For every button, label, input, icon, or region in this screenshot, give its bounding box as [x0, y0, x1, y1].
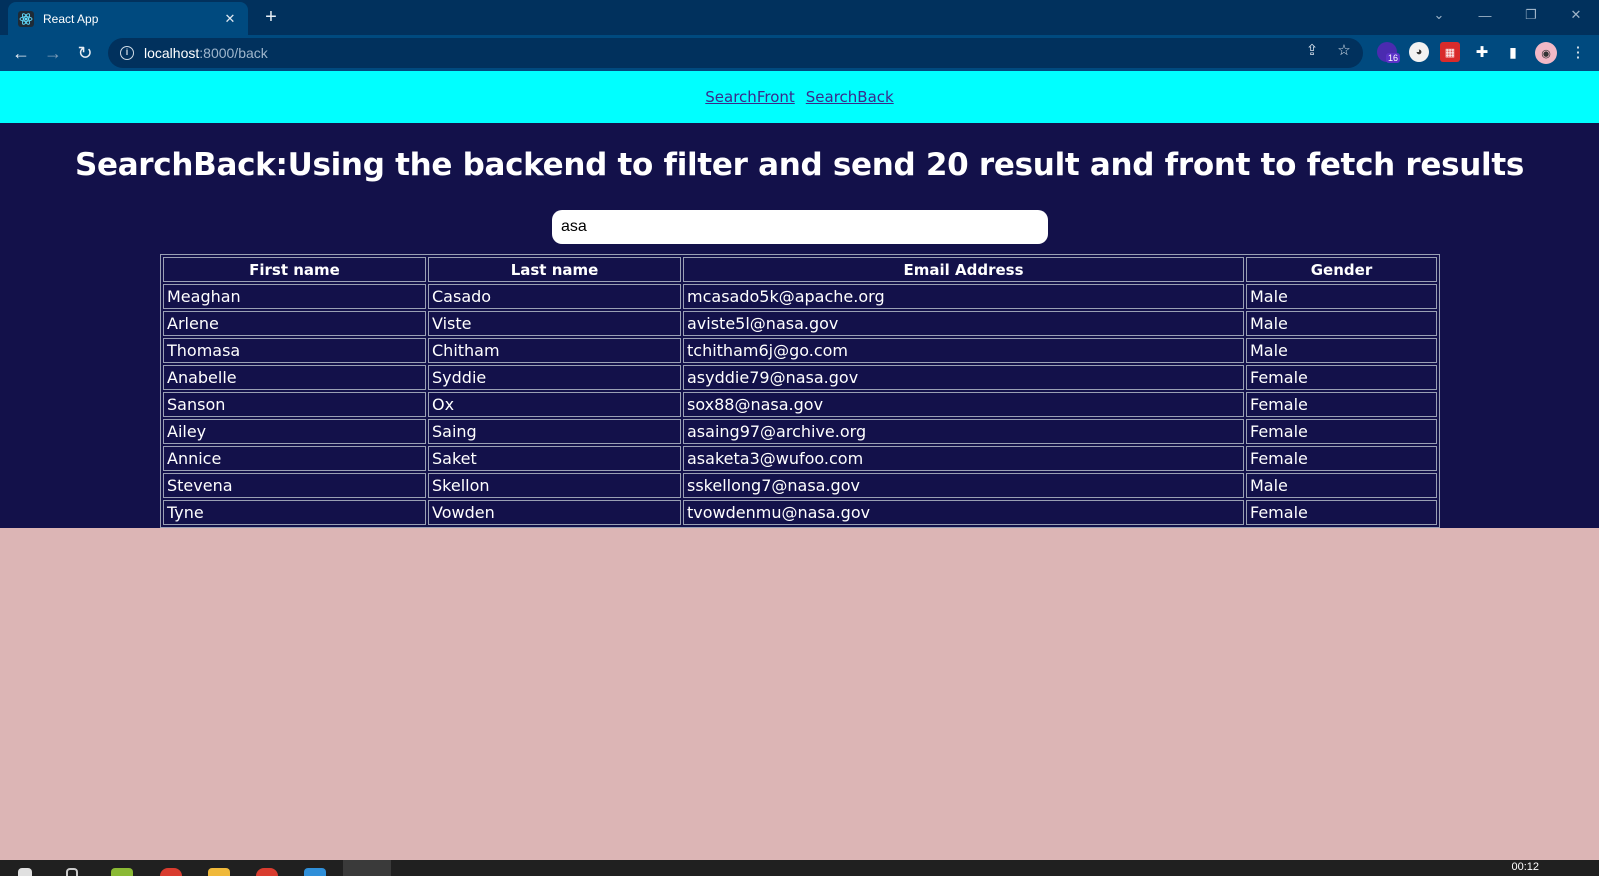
cell-last-name: Chitham — [428, 338, 681, 363]
url-path: :8000/back — [199, 45, 268, 61]
cell-first-name: Anabelle — [163, 365, 426, 390]
cell-gender: Female — [1246, 392, 1437, 417]
table-row: Annice Saket asaketa3@wufoo.com Female — [163, 446, 1437, 471]
cell-first-name: Sanson — [163, 392, 426, 417]
graduation-extension-icon[interactable]: 16 — [1377, 42, 1401, 63]
nav-link-searchback[interactable]: SearchBack — [806, 88, 894, 106]
cell-gender: Male — [1246, 311, 1437, 336]
active-app-icon[interactable] — [343, 860, 391, 876]
cell-last-name: Vowden — [428, 500, 681, 525]
tab-close-icon[interactable]: ✕ — [222, 11, 238, 27]
side-panel-icon[interactable]: ▮ — [1503, 42, 1523, 62]
cell-gender: Female — [1246, 419, 1437, 444]
cell-first-name: Annice — [163, 446, 426, 471]
table-row: Thomasa Chitham tchitham6j@go.com Male — [163, 338, 1437, 363]
cell-first-name: Ailey — [163, 419, 426, 444]
windows-start-icon[interactable] — [18, 868, 32, 876]
profile-avatar[interactable]: ◉ — [1535, 42, 1557, 64]
chrome-icon[interactable] — [160, 868, 182, 876]
cell-email: asyddie79@nasa.gov — [683, 365, 1244, 390]
cell-email: sskellong7@nasa.gov — [683, 473, 1244, 498]
browser-toolbar: ← → ↻ i localhost:8000/back ⇪ ☆ — [0, 35, 1599, 71]
vscode-icon[interactable] — [304, 868, 326, 876]
column-header-last-name: Last name — [428, 257, 681, 282]
cell-email: mcasado5k@apache.org — [683, 284, 1244, 309]
puzzle-red-extension-icon[interactable]: ▦ — [1440, 42, 1460, 62]
column-header-email: Email Address — [683, 257, 1244, 282]
cell-last-name: Ox — [428, 392, 681, 417]
tab-search-icon[interactable]: ⌄ — [1416, 0, 1462, 30]
file-explorer-icon[interactable] — [208, 868, 230, 876]
cell-gender: Male — [1246, 338, 1437, 363]
cell-last-name: Casado — [428, 284, 681, 309]
cell-gender: Female — [1246, 500, 1437, 525]
page-title: SearchBack:Using the backend to filter a… — [74, 147, 1525, 183]
column-header-gender: Gender — [1246, 257, 1437, 282]
cell-first-name: Tyne — [163, 500, 426, 525]
forward-arrow-icon[interactable]: → — [41, 41, 65, 65]
table-header-row: First name Last name Email Address Gende… — [163, 257, 1437, 282]
cell-email: sox88@nasa.gov — [683, 392, 1244, 417]
site-info-icon[interactable]: i — [120, 46, 134, 60]
tab-title: React App — [43, 11, 99, 26]
cell-gender: Male — [1246, 473, 1437, 498]
results-table: First name Last name Email Address Gende… — [160, 254, 1440, 528]
table-row: Sanson Ox sox88@nasa.gov Female — [163, 392, 1437, 417]
table-row: Ailey Saing asaing97@archive.org Female — [163, 419, 1437, 444]
app-nav: SearchFront SearchBack — [0, 71, 1599, 123]
menu-kebab-icon[interactable]: ⋮ — [1568, 42, 1588, 62]
cell-email: tchitham6j@go.com — [683, 338, 1244, 363]
main-content: SearchBack:Using the backend to filter a… — [0, 123, 1599, 528]
minimize-icon[interactable]: — — [1462, 0, 1508, 30]
share-icon[interactable]: ⇪ — [1303, 42, 1321, 60]
cell-first-name: Meaghan — [163, 284, 426, 309]
cell-gender: Female — [1246, 446, 1437, 471]
cell-gender: Female — [1246, 365, 1437, 390]
cell-first-name: Stevena — [163, 473, 426, 498]
cell-email: tvowdenmu@nasa.gov — [683, 500, 1244, 525]
ghost-extension-icon[interactable]: ◕ — [1409, 42, 1429, 62]
table-row: Stevena Skellon sskellong7@nasa.gov Male — [163, 473, 1437, 498]
column-header-first-name: First name — [163, 257, 426, 282]
bookmark-star-icon[interactable]: ☆ — [1335, 42, 1353, 60]
window-close-icon[interactable]: ✕ — [1553, 0, 1599, 30]
table-row: Tyne Vowden tvowdenmu@nasa.gov Female — [163, 500, 1437, 525]
cell-first-name: Thomasa — [163, 338, 426, 363]
back-arrow-icon[interactable]: ← — [9, 41, 33, 65]
search-icon[interactable] — [66, 868, 78, 876]
app-green-icon[interactable] — [111, 868, 133, 876]
extension-badge: 16 — [1386, 53, 1401, 63]
cell-email: asaing97@archive.org — [683, 419, 1244, 444]
cell-email: asaketa3@wufoo.com — [683, 446, 1244, 471]
cell-last-name: Skellon — [428, 473, 681, 498]
table-row: Meaghan Casado mcasado5k@apache.org Male — [163, 284, 1437, 309]
nav-link-searchfront[interactable]: SearchFront — [705, 88, 794, 106]
chrome-alt-icon[interactable] — [256, 868, 278, 876]
cell-email: aviste5l@nasa.gov — [683, 311, 1244, 336]
restore-icon[interactable]: ❐ — [1508, 0, 1554, 30]
url-host: localhost — [144, 45, 200, 61]
browser-tab[interactable]: React App ✕ — [8, 2, 248, 35]
cell-last-name: Saing — [428, 419, 681, 444]
reload-icon[interactable]: ↻ — [73, 41, 97, 65]
cell-last-name: Syddie — [428, 365, 681, 390]
address-bar[interactable]: i localhost:8000/back — [108, 38, 1363, 68]
react-logo-icon — [18, 10, 34, 27]
cell-last-name: Viste — [428, 311, 681, 336]
os-taskbar: 00:12 — [0, 860, 1599, 876]
table-row: Anabelle Syddie asyddie79@nasa.gov Femal… — [163, 365, 1437, 390]
cell-gender: Male — [1246, 284, 1437, 309]
browser-tab-strip: React App ✕ + ⌄ — ❐ ✕ — [0, 0, 1599, 35]
extensions-puzzle-icon[interactable]: ✚ — [1472, 42, 1492, 62]
cell-last-name: Saket — [428, 446, 681, 471]
search-input[interactable] — [552, 210, 1048, 244]
cell-first-name: Arlene — [163, 311, 426, 336]
new-tab-button[interactable]: + — [260, 6, 282, 28]
taskbar-clock: 00:12 — [1511, 861, 1539, 873]
table-row: Arlene Viste aviste5l@nasa.gov Male — [163, 311, 1437, 336]
